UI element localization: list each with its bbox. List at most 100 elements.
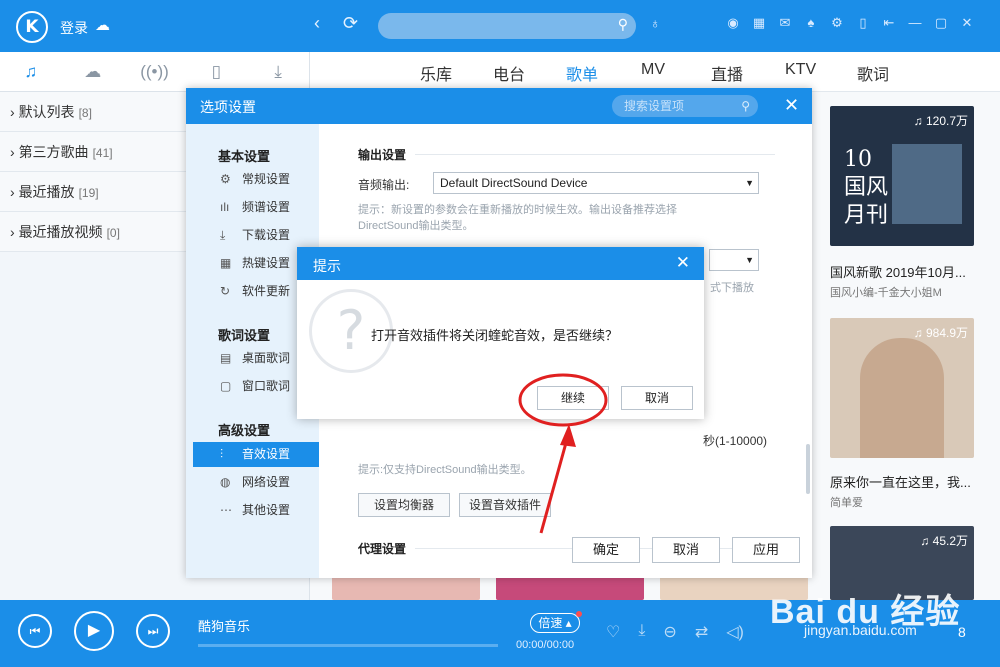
cancel-button[interactable]: 取消 xyxy=(652,537,720,563)
gear-icon: ⚙ xyxy=(220,172,231,186)
tab-library[interactable]: 乐库 xyxy=(420,61,452,85)
minus-circle-icon[interactable]: ⊖ xyxy=(663,622,676,642)
close-icon[interactable]: ✕ xyxy=(676,253,690,273)
minimize-icon[interactable]: — xyxy=(908,15,922,31)
audio-output-select[interactable]: Default DirectSound Device ▼ xyxy=(433,172,759,194)
group-basic-settings: 基本设置 xyxy=(218,149,271,164)
output-mode-select[interactable]: ▼ xyxy=(709,249,759,271)
continue-button[interactable]: 继续 xyxy=(537,386,609,410)
player-actions: ♡ ⤓ ⊖ ⇄ ◁) xyxy=(606,622,744,642)
play-count: ♫ 120.7万 xyxy=(913,114,968,128)
tab-ktv[interactable]: KTV xyxy=(785,61,816,79)
more-icon: ⋯ xyxy=(220,503,232,517)
play-count: ♫ 45.2万 xyxy=(920,534,968,548)
cancel-button[interactable]: 取消 xyxy=(621,386,693,410)
play-icon[interactable]: ▶ xyxy=(74,611,114,651)
microphone-icon[interactable]: ♁ xyxy=(650,15,661,31)
progress-bar[interactable] xyxy=(198,644,498,647)
album-art-text: 10 国风 月刊 xyxy=(844,147,889,228)
output-mode-hint: 式下播放 xyxy=(710,282,754,294)
sidebar-item-download[interactable]: ⤓ 下载设置 xyxy=(186,223,319,248)
download-tab-icon[interactable]: ⤓ xyxy=(247,52,309,91)
notification-dot xyxy=(576,611,582,617)
apply-button[interactable]: 应用 xyxy=(732,537,800,563)
divider xyxy=(415,154,775,155)
dropdown-arrow-icon: ▼ xyxy=(745,255,754,265)
radio-tab-icon[interactable]: ((•)) xyxy=(124,52,186,91)
sidebar-item-network[interactable]: ◍ 网络设置 xyxy=(186,470,319,495)
output-settings-heading: 输出设置 xyxy=(358,148,407,162)
mail-icon[interactable]: ✉ xyxy=(778,15,792,31)
album-cover[interactable]: ♫ 120.7万 10 国风 月刊 xyxy=(830,106,974,246)
download-icon: ⤓ xyxy=(220,228,226,242)
album-title[interactable]: 原来你一直在这里，我... xyxy=(830,472,971,491)
output-hint: 提示：新设置的参数会在重新播放的时候生效。输出设备推荐选择 DirectSoun… xyxy=(358,204,677,232)
tab-live[interactable]: 直播 xyxy=(711,61,743,85)
confirm-dialog: 提示 ✕ ? 打开音效插件将关闭蝰蛇音效，是否继续？ 继续 取消 xyxy=(297,247,704,419)
login-link[interactable]: 登录 xyxy=(60,18,88,38)
heart-icon[interactable]: ♡ xyxy=(606,622,620,642)
album-subtitle[interactable]: 国风小编-千金大小姐M xyxy=(830,284,942,300)
album-subtitle[interactable]: 简单爱 xyxy=(830,494,863,510)
maximize-icon[interactable]: ▢ xyxy=(934,15,948,31)
desktop-lyrics-icon: ▤ xyxy=(220,351,232,365)
tab-playlists[interactable]: 歌单 xyxy=(566,61,598,85)
cloud-tab-icon[interactable]: ☁ xyxy=(62,52,124,91)
download-icon[interactable]: ⤓ xyxy=(638,622,645,642)
radio-icon[interactable]: ◉ xyxy=(726,15,740,31)
left-tabs: ♫ ☁ ((•)) ▯ ⤓ xyxy=(0,52,309,92)
speed-button[interactable]: 倍速 ▴ xyxy=(530,613,580,633)
globe-icon: ◍ xyxy=(220,475,231,489)
sidebar-item-sound-effects[interactable]: ⫶ 音效设置 xyxy=(193,442,319,467)
song-title: 酷狗音乐 xyxy=(198,619,251,634)
tab-lyrics[interactable]: 歌词 xyxy=(857,61,889,85)
music-tab-icon[interactable]: ♫ xyxy=(0,52,62,91)
device-tab-icon[interactable]: ▯ xyxy=(185,52,247,91)
album-art-figure xyxy=(860,338,944,458)
sidebar-item-other[interactable]: ⋯ 其他设置 xyxy=(186,498,319,523)
back-icon[interactable]: ‹ xyxy=(314,13,320,34)
previous-icon[interactable]: ⏮ xyxy=(18,614,52,648)
ok-button[interactable]: 确定 xyxy=(572,537,640,563)
close-icon[interactable]: ✕ xyxy=(960,15,974,31)
buffer-range-label: 秒(1-10000) xyxy=(703,434,768,448)
album-cover[interactable] xyxy=(332,576,480,600)
search-icon[interactable]: ⚲ xyxy=(741,95,750,117)
album-title[interactable]: 国风新歌 2019年10月... xyxy=(830,262,966,281)
close-icon[interactable]: ✕ xyxy=(784,95,799,116)
group-advanced-settings: 高级设置 xyxy=(218,423,271,438)
settings-search-input[interactable]: 搜索设置项 ⚲ xyxy=(612,95,758,117)
category-tabs: 乐库 电台 歌单 MV 直播 KTV 歌词 xyxy=(310,52,1000,92)
group-lyrics-settings: 歌词设置 xyxy=(218,328,271,343)
dropdown-arrow-icon: ▼ xyxy=(745,178,754,188)
play-count: ♫ 984.9万 xyxy=(913,326,968,340)
mini-mode-icon[interactable]: ▯ xyxy=(856,15,870,31)
next-icon[interactable]: ⏭ xyxy=(136,614,170,648)
loop-icon[interactable]: ⇄ xyxy=(695,622,708,642)
sidebar-item-spectrum[interactable]: ılı 频谱设置 xyxy=(186,195,319,220)
plugin-hint: 提示:仅支持DirectSound输出类型。 xyxy=(358,464,532,476)
skin-icon[interactable]: ♠ xyxy=(804,15,818,31)
search-input[interactable]: ⚲ xyxy=(378,13,636,39)
sound-plugin-button[interactable]: 设置音效插件 xyxy=(459,493,551,517)
sidebar-item-general[interactable]: ⚙ 常规设置 xyxy=(186,167,319,192)
tab-radio[interactable]: 电台 xyxy=(493,61,525,85)
album-cover[interactable] xyxy=(496,576,644,600)
search-icon[interactable]: ⚲ xyxy=(618,16,628,33)
equalizer-icon: ⫶ xyxy=(220,447,224,461)
tab-mv[interactable]: MV xyxy=(641,61,665,79)
apps-icon[interactable]: ▦ xyxy=(752,15,766,31)
baidu-watermark: Bai du 经验 jingyan.baidu.com xyxy=(770,593,961,638)
equalizer-button[interactable]: 设置均衡器 xyxy=(358,493,450,517)
kugou-logo[interactable]: K xyxy=(16,11,48,43)
cloud-icon[interactable]: ☁ xyxy=(95,16,110,34)
keyboard-icon: ▦ xyxy=(220,256,232,270)
settings-scrollbar[interactable] xyxy=(806,444,810,494)
confirm-message: 打开音效插件将关闭蝰蛇音效，是否继续？ xyxy=(371,328,619,343)
settings-icon[interactable]: ⚙ xyxy=(830,15,844,31)
options-dialog-title: 选项设置 xyxy=(200,99,256,115)
album-cover[interactable]: ♫ 984.9万 xyxy=(830,318,974,458)
volume-icon[interactable]: ◁) xyxy=(726,622,744,642)
refresh-icon[interactable]: ⟳ xyxy=(343,13,358,34)
exit-icon[interactable]: ⇤ xyxy=(882,15,896,31)
